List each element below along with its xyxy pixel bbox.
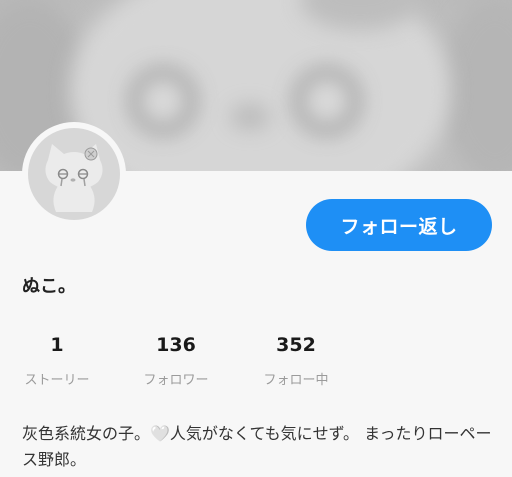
display-name: ぬこ。 [22, 276, 76, 297]
stories-count: 1 [50, 334, 64, 356]
stories-label: ストーリー [24, 373, 90, 388]
follow-back-button[interactable]: フォロー返し [306, 199, 492, 251]
profile-page: フォロー返し ぬこ。 1 ストーリー 136 フォロワー 352 フォロー中 灰… [0, 0, 512, 477]
followers-label: フォロワー [143, 373, 209, 388]
stat-following[interactable]: 352 フォロー中 [260, 334, 332, 388]
followers-count: 136 [156, 334, 196, 356]
stat-followers[interactable]: 136 フォロワー [140, 334, 212, 388]
profile-bio: 灰色系統女の子。🤍人気がなくても気にせず。 まったりローペース野郎。 [22, 424, 492, 469]
cat-avatar-image [28, 128, 120, 220]
following-count: 352 [276, 334, 316, 356]
avatar[interactable] [22, 122, 126, 226]
stat-stories[interactable]: 1 ストーリー [20, 334, 94, 388]
following-label: フォロー中 [263, 373, 329, 388]
